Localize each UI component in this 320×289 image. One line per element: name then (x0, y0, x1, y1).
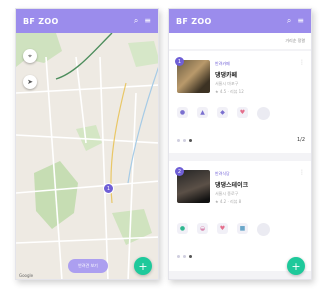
pager-dot (177, 139, 180, 142)
place-address: 서울시 마포구 (215, 81, 239, 86)
bed-icon: ■ (237, 223, 248, 234)
pager-dot-active (189, 255, 192, 258)
more-options-icon[interactable]: ⋮ (299, 169, 305, 176)
place-card[interactable]: 1 반려카페 댕댕카페 서울시 마포구 ★ 4.5 · 리뷰 12 ⋮ ● ▲ … (169, 51, 311, 153)
map-credit: Google (19, 273, 34, 278)
bowl-icon: ◒ (197, 223, 208, 234)
app-bar: BF ZOO ⌕ ≡ (16, 9, 158, 33)
image-pager-dots (177, 255, 192, 258)
more-options-icon[interactable]: ⋮ (299, 59, 305, 66)
leash-icon: ◆ (217, 107, 228, 118)
dog-icon: ● (177, 107, 188, 118)
brand-logo[interactable]: BF ZOO (176, 17, 281, 26)
page-counter: 1/2 (296, 137, 305, 143)
pager-dot (183, 139, 186, 142)
brand-logo[interactable]: BF ZOO (23, 17, 128, 26)
arrow-icon[interactable]: ➤ (23, 75, 37, 89)
map-pin-label: 1 (106, 185, 111, 192)
place-rating: ★ 4.5 · 리뷰 12 (215, 89, 244, 94)
pager-dot (183, 255, 186, 258)
heart-icon: ♥ (217, 223, 228, 234)
pager-dot-active (189, 139, 192, 142)
place-card[interactable]: 2 반려식당 댕댕스테이크 서울시 종로구 ★ 4.2 · 리뷰 8 ⋮ ● ◒… (169, 161, 311, 271)
amenity-row: ● ▲ ◆ ♥ (177, 107, 270, 120)
app-bar: BF ZOO ⌕ ≡ (169, 9, 311, 33)
plus-icon[interactable] (257, 223, 270, 236)
menu-icon[interactable]: ≡ (144, 17, 151, 25)
search-icon[interactable]: ⌕ (287, 17, 291, 25)
pager-dot (177, 255, 180, 258)
place-info: 반려카페 댕댕카페 서울시 마포구 ★ 4.5 · 리뷰 12 (215, 61, 301, 95)
add-button[interactable]: + (287, 257, 305, 275)
paw-icon: ● (177, 223, 188, 234)
pet-filter-button[interactable]: 반려견 보기 (68, 259, 108, 273)
image-pager-dots (177, 139, 192, 142)
sort-label: 거리순 정렬 (285, 38, 305, 43)
place-title: 댕댕스테이크 (215, 182, 249, 189)
heart-icon: ♥ (237, 107, 248, 118)
place-title: 댕댕카페 (215, 72, 238, 79)
rank-badge: 2 (175, 167, 184, 176)
rank-badge: 1 (175, 57, 184, 66)
place-address: 서울시 종로구 (215, 191, 239, 196)
cat-icon: ▲ (197, 107, 208, 118)
amenity-row: ● ◒ ♥ ■ (177, 223, 270, 236)
plus-icon[interactable] (257, 107, 270, 120)
menu-icon[interactable]: ≡ (297, 17, 304, 25)
map-tiles (16, 33, 158, 279)
search-icon[interactable]: ⌕ (134, 17, 138, 25)
place-info: 반려식당 댕댕스테이크 서울시 종로구 ★ 4.2 · 리뷰 8 (215, 171, 301, 205)
place-category: 반려식당 (215, 171, 230, 176)
map-pin[interactable]: 1 (103, 183, 114, 194)
place-rating: ★ 4.2 · 리뷰 8 (215, 199, 242, 204)
list-screen: BF ZOO ⌕ ≡ 거리순 정렬 1 반려카페 댕댕카페 서울시 마포구 ★ … (168, 8, 312, 280)
place-category: 반려카페 (215, 61, 230, 66)
map-view[interactable]: ⌖ ➤ 1 Google 반려견 보기 + (16, 33, 158, 279)
place-list: 거리순 정렬 1 반려카페 댕댕카페 서울시 마포구 ★ 4.5 · 리뷰 12… (169, 33, 311, 279)
sort-control[interactable]: 거리순 정렬 (169, 33, 311, 49)
add-button[interactable]: + (134, 257, 152, 275)
crosshair-icon[interactable]: ⌖ (23, 49, 37, 63)
map-screen: BF ZOO ⌕ ≡ ⌖ ➤ 1 Google 반려견 보기 + (15, 8, 159, 280)
